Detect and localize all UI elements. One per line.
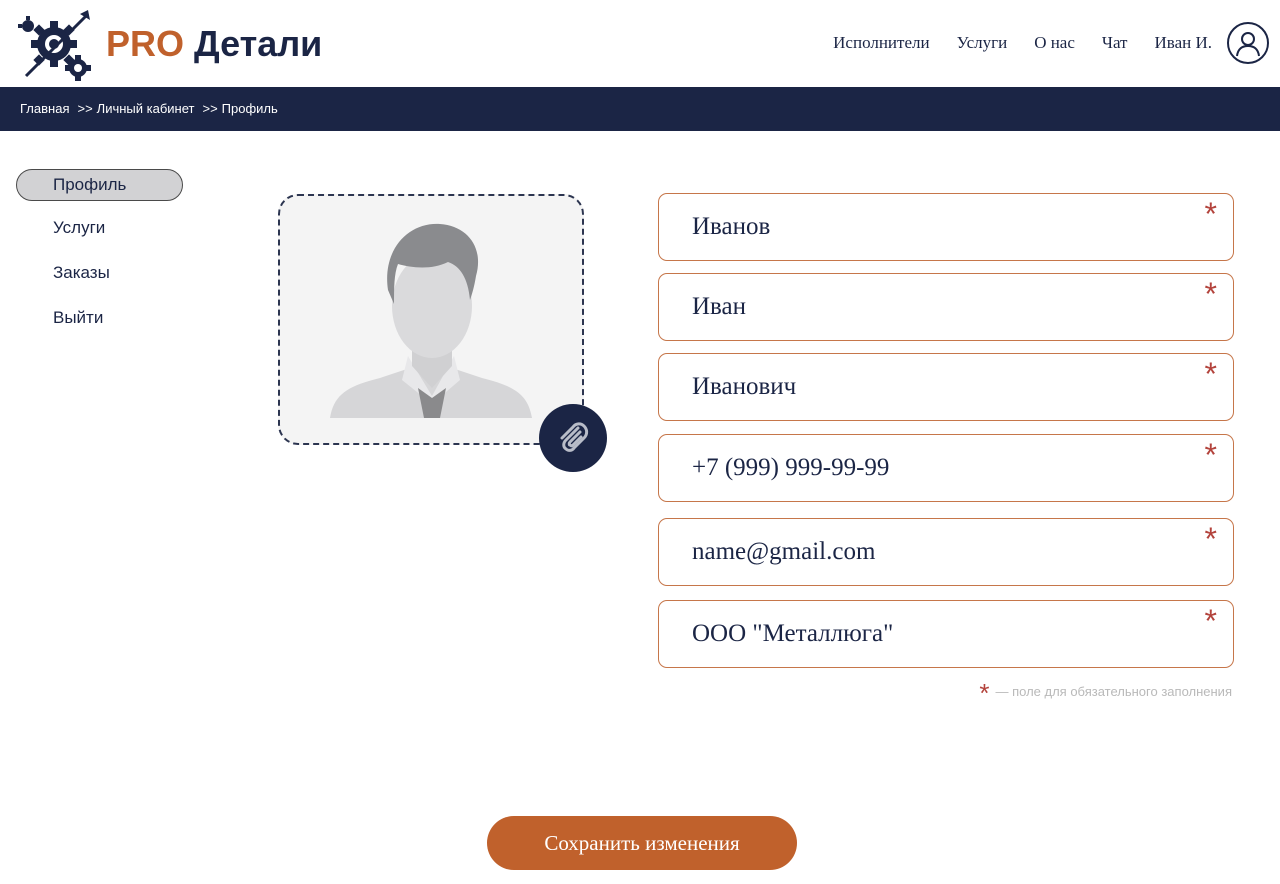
breadcrumb-bar: Главная >> Личный кабинет >> Профиль	[0, 87, 1280, 131]
breadcrumb-cabinet[interactable]: Личный кабинет	[97, 101, 195, 116]
brand-pro: PRO	[106, 23, 185, 64]
sidebar-item-services[interactable]: Услуги	[16, 213, 183, 245]
breadcrumb-separator: >>	[202, 101, 218, 116]
profile-photo[interactable]	[278, 194, 584, 445]
email-input[interactable]	[659, 519, 1233, 585]
breadcrumb-separator: >>	[77, 101, 93, 116]
sidebar-item-orders[interactable]: Заказы	[16, 258, 183, 290]
patronymic-field-wrapper: *	[658, 353, 1234, 421]
sidebar-item-logout[interactable]: Выйти	[16, 303, 183, 335]
required-star: *	[1204, 356, 1217, 392]
nav-user-name[interactable]: Иван И.	[1155, 32, 1213, 54]
logo-gear-icon[interactable]	[14, 8, 92, 82]
patronymic-input[interactable]	[659, 354, 1233, 420]
required-star: *	[1204, 196, 1217, 232]
nav-item-performers[interactable]: Исполнители	[833, 32, 929, 54]
brand-title[interactable]: PRO Детали	[106, 22, 322, 66]
top-nav: Исполнители Услуги О нас Чат Иван И.	[833, 32, 1212, 54]
phone-field-wrapper: *	[658, 434, 1234, 502]
breadcrumb-home[interactable]: Главная	[20, 101, 69, 116]
paperclip-icon	[560, 422, 589, 452]
nav-item-services[interactable]: Услуги	[957, 32, 1008, 54]
required-note: * — поле для обязательного заполнения	[979, 678, 1232, 708]
company-field-wrapper: *	[658, 600, 1234, 668]
breadcrumb-profile: Профиль	[221, 101, 278, 116]
required-star: *	[1204, 603, 1217, 639]
required-star: *	[1204, 437, 1217, 473]
company-input[interactable]	[659, 601, 1233, 667]
last-name-field-wrapper: *	[658, 193, 1234, 261]
required-star: *	[1204, 521, 1217, 557]
attach-photo-button[interactable]	[539, 404, 607, 472]
nav-item-chat[interactable]: Чат	[1102, 32, 1128, 54]
first-name-field-wrapper: *	[658, 273, 1234, 341]
nav-item-about[interactable]: О нас	[1034, 32, 1075, 54]
required-note-text: — поле для обязательного заполнения	[995, 684, 1232, 699]
user-placeholder-icon	[330, 223, 532, 418]
user-avatar-icon[interactable]	[1227, 22, 1269, 64]
brand-name: Детали	[194, 23, 323, 64]
sidebar-item-profile[interactable]: Профиль	[16, 169, 183, 201]
phone-input[interactable]	[659, 435, 1233, 501]
last-name-input[interactable]	[659, 194, 1233, 260]
first-name-input[interactable]	[659, 274, 1233, 340]
required-note-star: *	[979, 678, 990, 708]
breadcrumb: Главная >> Личный кабинет >> Профиль	[20, 101, 278, 117]
header: PRO Детали Исполнители Услуги О нас Чат …	[0, 0, 1280, 87]
save-changes-button[interactable]: Сохранить изменения	[487, 816, 797, 870]
email-field-wrapper: *	[658, 518, 1234, 586]
required-star: *	[1204, 276, 1217, 312]
